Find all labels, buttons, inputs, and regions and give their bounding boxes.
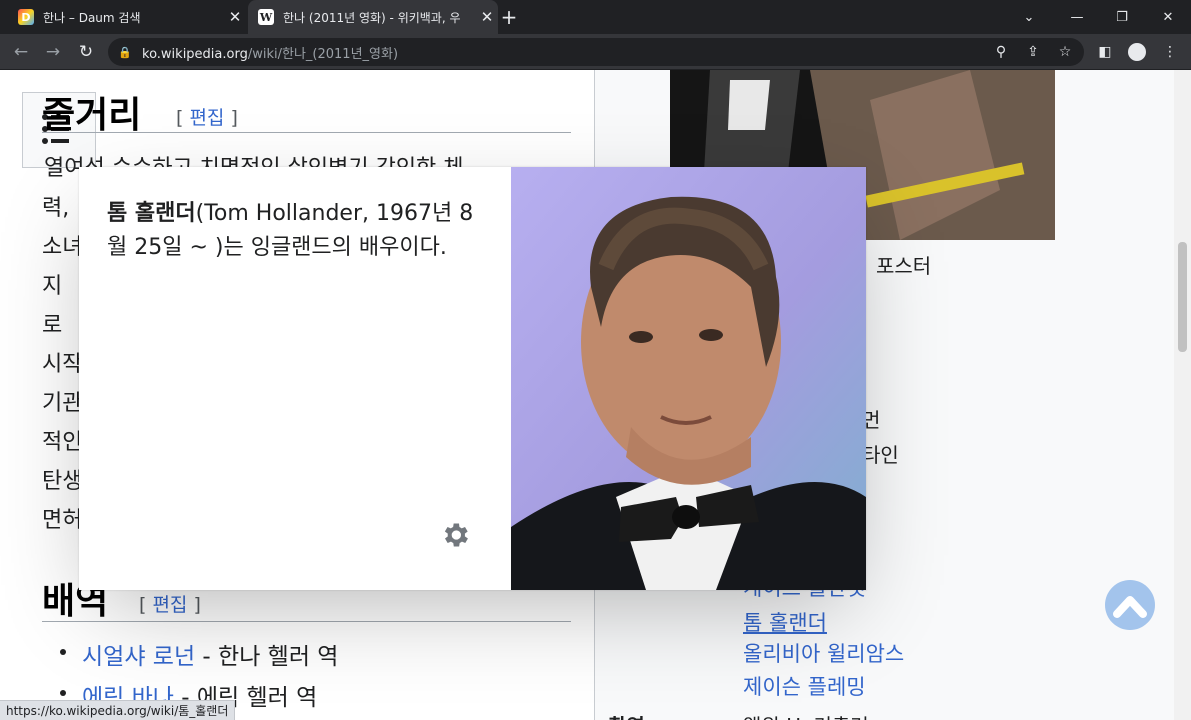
profile-avatar[interactable] [1121,34,1153,70]
tab-title: 한나 – Daum 검색 [43,10,141,25]
preview-title: 톰 홀랜더 [107,201,196,226]
chevron-up-icon [1113,596,1147,618]
divider [42,132,571,133]
close-window-button[interactable]: ✕ [1145,0,1191,34]
share-icon[interactable]: ⇪ [1018,38,1048,66]
bookmark-star-icon[interactable]: ☆ [1050,38,1080,66]
plot-text-line: 소녀 [42,235,83,260]
preview-extract: 톰 홀랜더(Tom Hollander, 1967년 8월 25일 ~ )는 잉… [107,197,487,265]
close-tab-icon[interactable]: ✕ [224,8,246,26]
preview-thumbnail[interactable] [511,167,866,590]
tab-search-chevron-icon[interactable]: ⌄ [1006,0,1052,34]
forward-button[interactable]: → [38,34,68,70]
infobox-value: 앨윈 H. 커츌러 [743,710,869,720]
divider [42,621,571,622]
scroll-to-top-button[interactable] [1105,580,1155,630]
bullet-icon [60,649,66,655]
starring-link[interactable]: 올리비아 윌리암스 [743,638,904,668]
url-text: ko.wikipedia.org/wiki/한나_(2011년_영화) [142,46,399,62]
starring-link[interactable]: 톰 홀랜더 [743,607,827,637]
infobox-label: 촬영 [608,710,645,720]
portrait-photo [511,167,866,590]
plot-text-line: 적인 [42,430,83,455]
page-preview-popup[interactable]: 톰 홀랜더(Tom Hollander, 1967년 8월 25일 ~ )는 잉… [79,167,866,590]
minimize-button[interactable]: — [1054,0,1100,34]
role-text: - 한나 헬러 역 [195,644,339,670]
page-viewport: 줄거리 [ 편집 ] 열여섯 순수하고 치명적인 살인병기 강인한 체 력, 소… [0,70,1191,720]
tab-strip: D 한나 – Daum 검색 ✕ W 한나 (2011년 영화) - 위키백과,… [0,0,1191,34]
status-bar-url: https://ko.wikipedia.org/wiki/톰_홀랜더 [0,700,236,720]
poster-caption: 포스터 [876,254,932,278]
reload-button[interactable]: ↻ [71,34,101,70]
address-bar[interactable]: 🔒 ko.wikipedia.org/wiki/한나_(2011년_영화) ⚲ … [108,38,1084,66]
actor-link[interactable]: 시얼샤 로넌 [82,644,195,670]
tab-wikipedia[interactable]: W 한나 (2011년 영화) - 위키백과, 우 ✕ [248,0,498,34]
plot-heading: 줄거리 [42,94,142,136]
plot-edit-link[interactable]: [ 편집 ] [176,103,238,130]
tab-title: 한나 (2011년 영화) - 위키백과, 우 [283,10,461,25]
restore-button[interactable]: ❐ [1099,0,1145,34]
starring-link[interactable]: 제이슨 플레밍 [743,671,866,701]
plot-text-line: 로 [42,313,63,338]
side-panel-icon[interactable]: ◧ [1089,34,1121,70]
plot-text-line: 지 [42,274,63,299]
gear-icon[interactable] [439,519,471,551]
zoom-icon[interactable]: ⚲ [986,38,1016,66]
scrollbar-thumb[interactable] [1178,242,1187,352]
page-scrollbar[interactable] [1174,70,1191,720]
list-item: 시얼샤 로넌 - 한나 헬러 역 [60,637,339,671]
close-tab-icon[interactable]: ✕ [476,8,498,26]
menu-kebab-icon[interactable]: ⋮ [1154,34,1186,70]
wikipedia-favicon-icon: W [258,9,274,25]
infobox-partial-text: 타인 [862,443,899,467]
plot-text-line: 면허 [42,508,83,533]
bullet-icon [60,690,66,696]
new-tab-button[interactable]: + [498,6,520,28]
lock-icon: 🔒 [118,45,132,59]
plot-text-line: 시작 [42,352,83,377]
plot-text-line: 력, [42,196,70,221]
back-button[interactable]: ← [6,34,36,70]
plot-text-line: 기관 [42,391,83,416]
tab-daum-search[interactable]: D 한나 – Daum 검색 ✕ [8,0,246,34]
daum-favicon-icon: D [18,9,34,25]
plot-text-line: 탄생 [42,469,83,494]
cast-edit-link[interactable]: [ 편집 ] [139,590,201,617]
browser-toolbar: ← → ↻ 🔒 ko.wikipedia.org/wiki/한나_(2011년_… [0,34,1191,70]
